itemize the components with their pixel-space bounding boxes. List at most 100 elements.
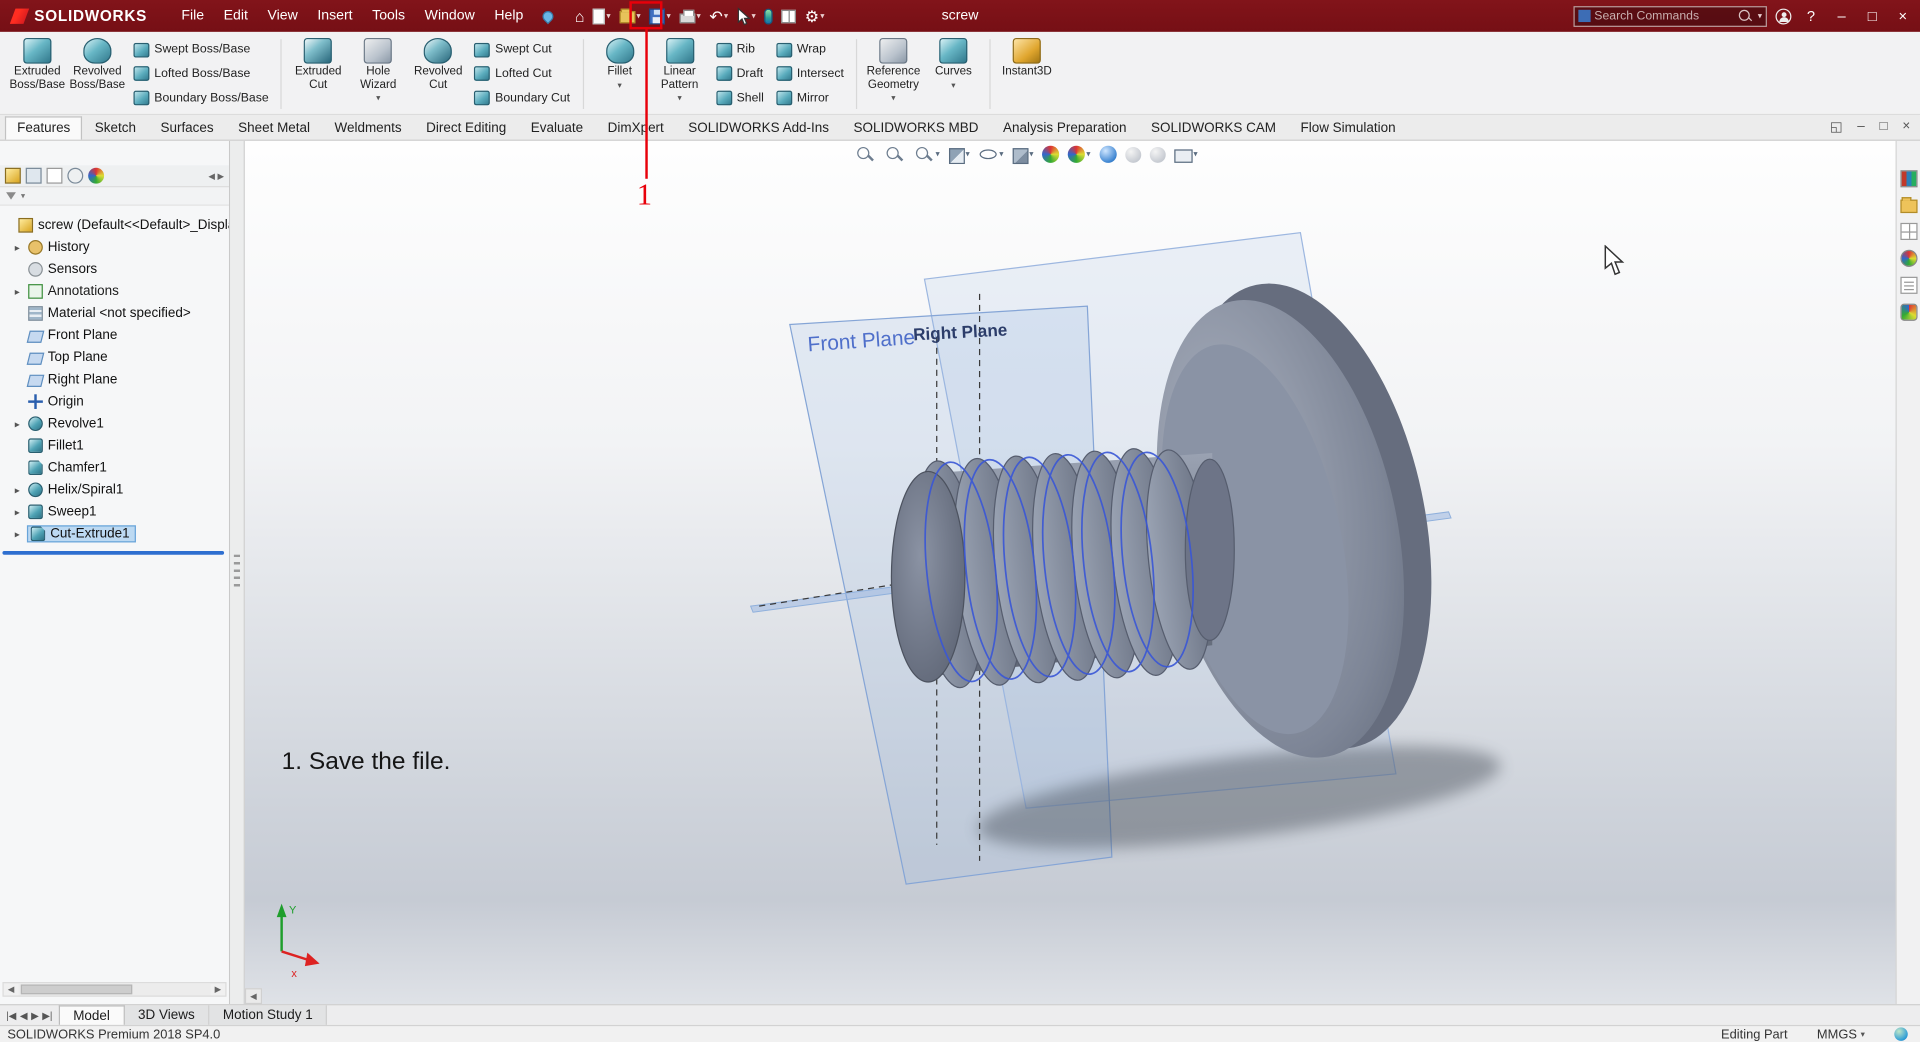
tree-item-chamfer1[interactable]: Chamfer1: [0, 457, 229, 479]
search-icon[interactable]: [1738, 9, 1753, 24]
home-button[interactable]: ⌂: [571, 2, 588, 29]
model-canvas[interactable]: Front Plane Right Plane Y x: [245, 141, 1896, 1004]
minimize-button[interactable]: –: [1831, 7, 1853, 24]
tree-item-sensors[interactable]: Sensors: [0, 258, 229, 280]
boundary-cut-button[interactable]: Boundary Cut: [471, 90, 574, 107]
extruded-cut-button[interactable]: Extruded Cut: [288, 34, 348, 112]
configurationmanager-tab-icon[interactable]: [46, 167, 63, 184]
tree-item-front-plane[interactable]: Front Plane: [0, 324, 229, 346]
manager-tab-scroll[interactable]: ◀ ▶: [208, 171, 224, 181]
tab-solidworks-cam[interactable]: SOLIDWORKS CAM: [1139, 116, 1288, 139]
scroll-right-icon[interactable]: ▶: [211, 984, 226, 995]
lofted-cut-button[interactable]: Lofted Cut: [471, 65, 574, 82]
tab-sheet-metal[interactable]: Sheet Metal: [226, 116, 322, 139]
menu-view[interactable]: View: [258, 5, 308, 27]
appearances-scenes-icon[interactable]: [1899, 249, 1917, 267]
custom-properties-icon[interactable]: [1899, 276, 1917, 294]
tree-item-material[interactable]: Material <not specified>: [0, 302, 229, 324]
lofted-boss-base-button[interactable]: Lofted Boss/Base: [130, 65, 273, 82]
rib-button[interactable]: Rib: [712, 41, 767, 58]
expand-arrow-icon[interactable]: ▸: [15, 286, 27, 297]
tab-weldments[interactable]: Weldments: [322, 116, 414, 139]
expand-arrow-icon[interactable]: ▸: [15, 484, 27, 495]
displaymanager-tab-icon[interactable]: [88, 167, 105, 184]
expand-arrow-icon[interactable]: ▸: [15, 528, 27, 539]
view-settings-button[interactable]: [1099, 145, 1117, 163]
intersect-button[interactable]: Intersect: [772, 65, 847, 82]
menu-insert[interactable]: Insert: [308, 5, 363, 27]
search-commands-input[interactable]: [1594, 9, 1735, 23]
tab-motion-study-1[interactable]: Motion Study 1: [209, 1005, 328, 1025]
select-pointer-button[interactable]: ▾: [733, 2, 759, 29]
search-commands-box[interactable]: ▾: [1573, 5, 1767, 27]
draft-button[interactable]: Draft: [712, 65, 767, 82]
tree-item-cut-extrude1[interactable]: ▸ Cut-Extrude1: [0, 523, 229, 545]
caret-icon[interactable]: ▾: [21, 191, 25, 201]
menu-window[interactable]: Window: [415, 5, 485, 27]
menu-tools[interactable]: Tools: [362, 5, 414, 27]
boundary-boss-base-button[interactable]: Boundary Boss/Base: [130, 90, 273, 107]
shell-button[interactable]: Shell: [712, 90, 767, 107]
expand-arrow-icon[interactable]: ▸: [15, 418, 27, 429]
first-tab-icon[interactable]: |◀: [6, 1010, 16, 1021]
wrap-button[interactable]: Wrap: [772, 41, 847, 58]
display-options-button[interactable]: [778, 2, 800, 29]
caret-icon[interactable]: ▾: [1758, 11, 1762, 21]
tab-evaluate[interactable]: Evaluate: [518, 116, 595, 139]
swept-boss-base-button[interactable]: Swept Boss/Base: [130, 41, 273, 58]
linear-pattern-button[interactable]: Linear Pattern ▾: [650, 34, 710, 112]
tree-item-revolve1[interactable]: ▸ Revolve1: [0, 413, 229, 435]
tab-model[interactable]: Model: [58, 1005, 125, 1025]
menu-file[interactable]: File: [172, 5, 214, 27]
scroll-left-icon[interactable]: ◀: [208, 171, 215, 181]
tab-direct-editing[interactable]: Direct Editing: [414, 116, 519, 139]
viewport-scroll-corner[interactable]: ◀: [244, 988, 263, 1005]
filter-funnel-icon[interactable]: [6, 192, 16, 200]
panel-horizontal-scrollbar[interactable]: ◀ ▶: [2, 982, 227, 997]
scrollbar-thumb[interactable]: [20, 984, 133, 995]
prev-tab-icon[interactable]: ◀: [20, 1010, 28, 1021]
expand-arrow-icon[interactable]: ▸: [15, 506, 27, 517]
doc-tab-scroll[interactable]: |◀ ◀ ▶ ▶|: [0, 1010, 59, 1021]
curves-button[interactable]: Curves ▾: [923, 34, 983, 112]
rollback-bar[interactable]: [2, 551, 225, 555]
hole-wizard-button[interactable]: Hole Wizard ▾: [348, 34, 408, 112]
tab-surfaces[interactable]: Surfaces: [148, 116, 226, 139]
tree-item-right-plane[interactable]: Right Plane: [0, 369, 229, 391]
scroll-right-icon[interactable]: ▶: [217, 171, 224, 181]
hide-show-items-button[interactable]: ▾: [978, 144, 1004, 164]
tree-item-helix-spiral1[interactable]: ▸ Helix/Spiral1: [0, 479, 229, 501]
apply-scene-button[interactable]: ▾: [1067, 145, 1091, 163]
display-style-button[interactable]: ▾: [1012, 145, 1034, 164]
settings-button[interactable]: ⚙ ▾: [801, 2, 828, 29]
edit-appearance-button[interactable]: [1042, 145, 1060, 163]
tab-3d-views[interactable]: 3D Views: [124, 1005, 210, 1025]
tab-solidworks-add-ins[interactable]: SOLIDWORKS Add-Ins: [676, 116, 841, 139]
view-palette-icon[interactable]: [1899, 222, 1917, 240]
dimxpertmanager-tab-icon[interactable]: [67, 167, 84, 184]
new-document-button[interactable]: ▾: [589, 2, 614, 29]
panel-splitter[interactable]: [230, 140, 245, 1005]
pin-toolbar-icon[interactable]: [540, 8, 557, 24]
menu-help[interactable]: Help: [485, 5, 534, 27]
doc-close-icon[interactable]: ×: [1902, 119, 1910, 135]
scrollbar-track[interactable]: [18, 983, 211, 996]
help-button[interactable]: ?: [1800, 7, 1822, 24]
status-globe-icon[interactable]: [1894, 1027, 1908, 1041]
extruded-boss-base-button[interactable]: Extruded Boss/Base: [7, 34, 67, 112]
expand-arrow-icon[interactable]: ▸: [15, 242, 27, 253]
splitter-grip[interactable]: [233, 554, 240, 587]
forum-icon[interactable]: [1899, 303, 1917, 321]
maximize-button[interactable]: □: [1861, 7, 1883, 24]
menu-edit[interactable]: Edit: [214, 5, 258, 27]
doc-minimize-icon[interactable]: –: [1857, 119, 1865, 135]
print-button[interactable]: ▾: [676, 2, 705, 29]
tab-analysis-preparation[interactable]: Analysis Preparation: [991, 116, 1139, 139]
tab-dimxpert[interactable]: DimXpert: [595, 116, 676, 139]
user-account-icon[interactable]: [1775, 7, 1792, 24]
tab-solidworks-mbd[interactable]: SOLIDWORKS MBD: [841, 116, 990, 139]
units-selector[interactable]: MMGS ▾: [1817, 1027, 1865, 1042]
swept-cut-button[interactable]: Swept Cut: [471, 41, 574, 58]
mirror-button[interactable]: Mirror: [772, 90, 847, 107]
tab-sketch[interactable]: Sketch: [83, 116, 149, 139]
